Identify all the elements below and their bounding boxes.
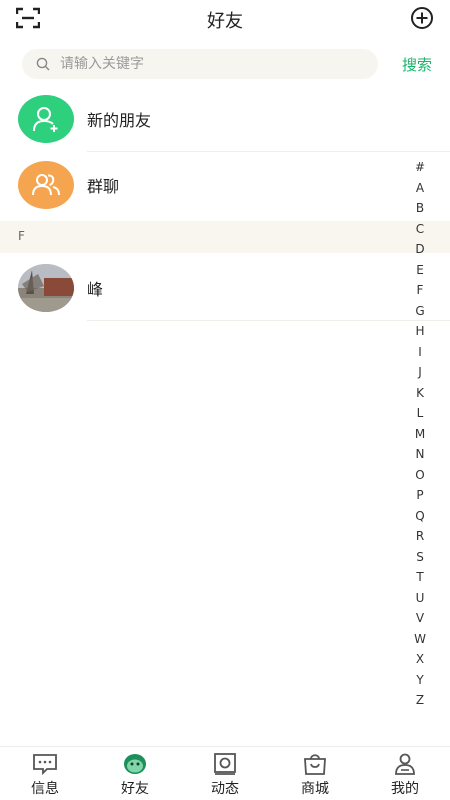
section-letter: F (18, 229, 25, 243)
message-icon (33, 754, 57, 775)
tab-label: 动态 (211, 781, 239, 797)
group-chat-entry[interactable]: 群聊 (0, 152, 410, 218)
index-letter[interactable]: I (418, 342, 422, 363)
index-letter[interactable]: N (416, 444, 425, 465)
index-letter[interactable]: K (416, 383, 424, 404)
add-circle-icon[interactable] (410, 6, 434, 30)
index-letter[interactable]: W (414, 629, 426, 650)
tab-messages[interactable]: 信息 (0, 747, 90, 800)
page-title: 好友 (207, 11, 243, 32)
tab-friends[interactable]: 好友 (90, 747, 180, 800)
scan-icon[interactable] (16, 7, 40, 29)
divider (87, 320, 450, 321)
tab-label: 我的 (391, 781, 419, 797)
index-letter[interactable]: G (415, 301, 424, 322)
alphabet-index[interactable]: # A B C D E F G H I J K L M N O P Q R S T U V W X Y Z (410, 157, 430, 711)
index-letter[interactable]: Q (415, 506, 424, 527)
index-letter[interactable]: Y (416, 670, 423, 691)
new-friends-label: 新的朋友 (87, 111, 152, 130)
tab-moments[interactable]: 动态 (180, 747, 270, 800)
index-letter[interactable]: J (418, 362, 422, 383)
search-bar: 搜索 (0, 46, 450, 82)
index-letter[interactable]: M (415, 424, 425, 445)
search-box[interactable] (22, 49, 378, 79)
top-bar: 好友 (0, 0, 450, 40)
section-header: F (0, 221, 450, 253)
index-letter[interactable]: # (415, 157, 425, 178)
shop-bag-icon (304, 754, 326, 775)
index-letter[interactable]: O (415, 465, 424, 486)
add-user-icon (18, 95, 74, 143)
search-icon (36, 57, 50, 71)
index-letter[interactable]: U (416, 588, 425, 609)
index-letter[interactable]: L (417, 403, 424, 424)
tab-profile[interactable]: 我的 (360, 747, 450, 800)
index-letter[interactable]: Z (416, 690, 424, 711)
index-letter[interactable]: H (415, 321, 424, 342)
friends-icon (124, 754, 146, 774)
search-input[interactable] (60, 56, 350, 72)
index-letter[interactable]: B (416, 198, 424, 219)
index-letter[interactable]: C (416, 219, 424, 240)
index-letter[interactable]: V (416, 608, 424, 629)
index-letter[interactable]: D (415, 239, 424, 260)
search-button[interactable]: 搜索 (402, 54, 432, 75)
group-chat-label: 群聊 (87, 177, 120, 196)
index-letter[interactable]: A (416, 178, 424, 199)
index-letter[interactable]: T (416, 567, 423, 588)
new-friends-entry[interactable]: 新的朋友 (0, 86, 410, 152)
index-letter[interactable]: E (416, 260, 424, 281)
contact-avatar (18, 264, 74, 312)
index-letter[interactable]: F (417, 280, 424, 301)
contact-row[interactable]: 峰 (0, 255, 410, 321)
moments-icon (214, 753, 236, 775)
tab-label: 好友 (121, 781, 149, 797)
index-letter[interactable]: S (416, 547, 424, 568)
bottom-nav: 信息 好友 动态 商城 我的 (0, 746, 450, 800)
tab-label: 信息 (31, 781, 59, 797)
contact-name: 峰 (87, 280, 104, 299)
tab-shop[interactable]: 商城 (270, 747, 360, 800)
group-icon (18, 161, 74, 209)
index-letter[interactable]: P (416, 485, 423, 506)
index-letter[interactable]: X (416, 649, 424, 670)
index-letter[interactable]: R (416, 526, 424, 547)
profile-icon (395, 753, 415, 775)
tab-label: 商城 (301, 781, 329, 797)
